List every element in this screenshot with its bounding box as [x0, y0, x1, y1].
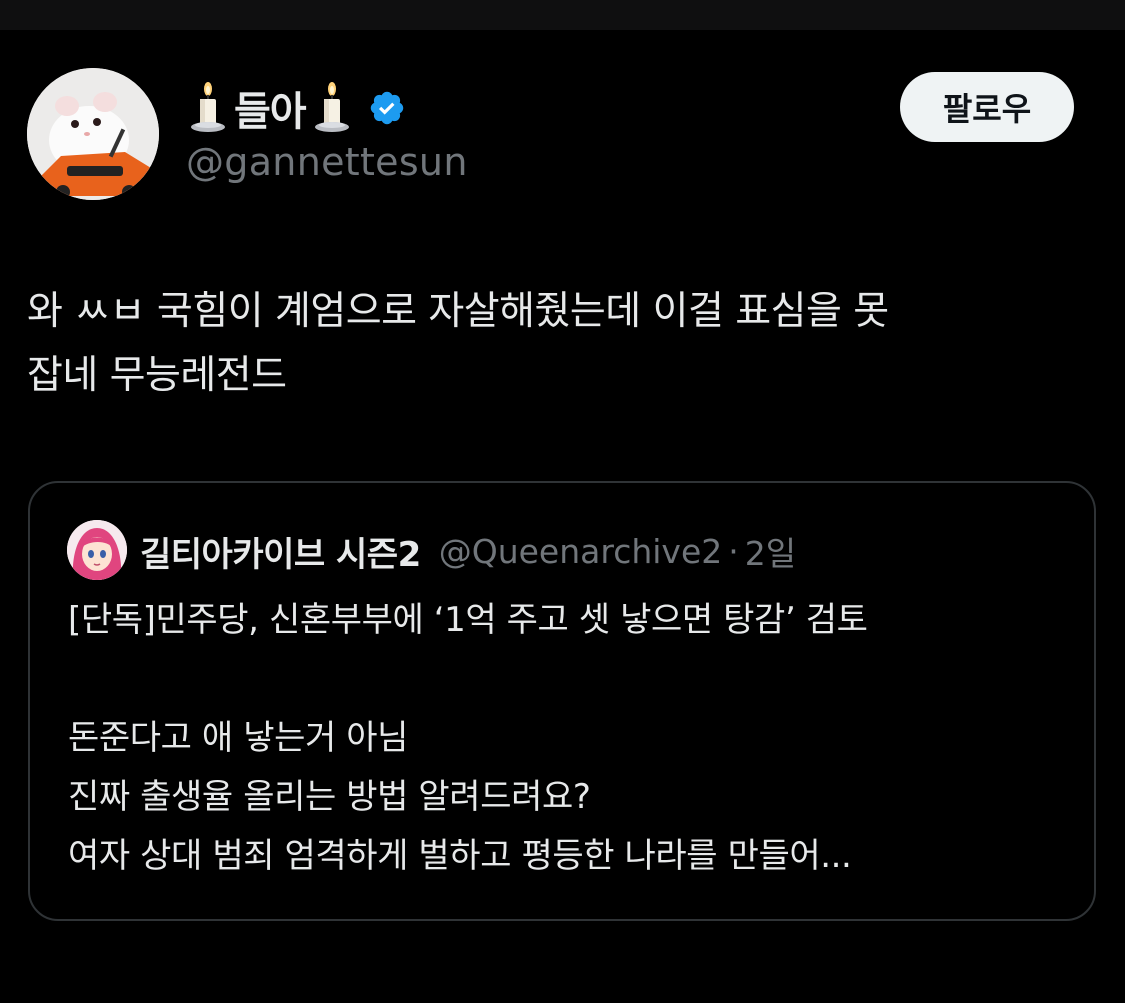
verified-badge-icon[interactable] — [368, 89, 406, 127]
hamster-avatar-image — [27, 68, 159, 200]
quote-header: 길티아카이브 시즌2 @Queenarchive2 · 2일 — [140, 523, 796, 579]
author-handle[interactable]: @gannettesun — [186, 140, 468, 184]
follow-button[interactable]: 팔로우 — [900, 72, 1074, 142]
quote-timestamp[interactable]: 2일 — [745, 527, 796, 575]
quote-text: [단독]민주당, 신혼부부에 ‘1억 주고 셋 낳으면 탕감’ 검토 돈준다고 … — [68, 600, 868, 876]
candle-icon — [188, 81, 228, 135]
candle-icon — [312, 81, 352, 135]
quote-display-name[interactable]: 길티아카이브 시즌2 — [140, 527, 421, 576]
quote-separator: · — [728, 531, 739, 571]
anime-girl-avatar-image — [67, 520, 127, 580]
quoted-tweet[interactable]: 길티아카이브 시즌2 @Queenarchive2 · 2일 [단독]민주당, … — [28, 481, 1096, 921]
author-avatar[interactable] — [27, 68, 159, 200]
tweet-text: 와 ㅆㅂ 국힘이 계엄으로 자살해줬는데 이걸 표심을 못 잡네 무능레전드 — [27, 289, 889, 398]
author-name-row[interactable]: 들아 — [188, 78, 406, 138]
quote-handle[interactable]: @Queenarchive2 — [439, 532, 723, 571]
author-display-name: 들아 — [234, 89, 307, 135]
status-bar — [0, 0, 1125, 30]
quote-author-avatar[interactable] — [67, 520, 127, 580]
